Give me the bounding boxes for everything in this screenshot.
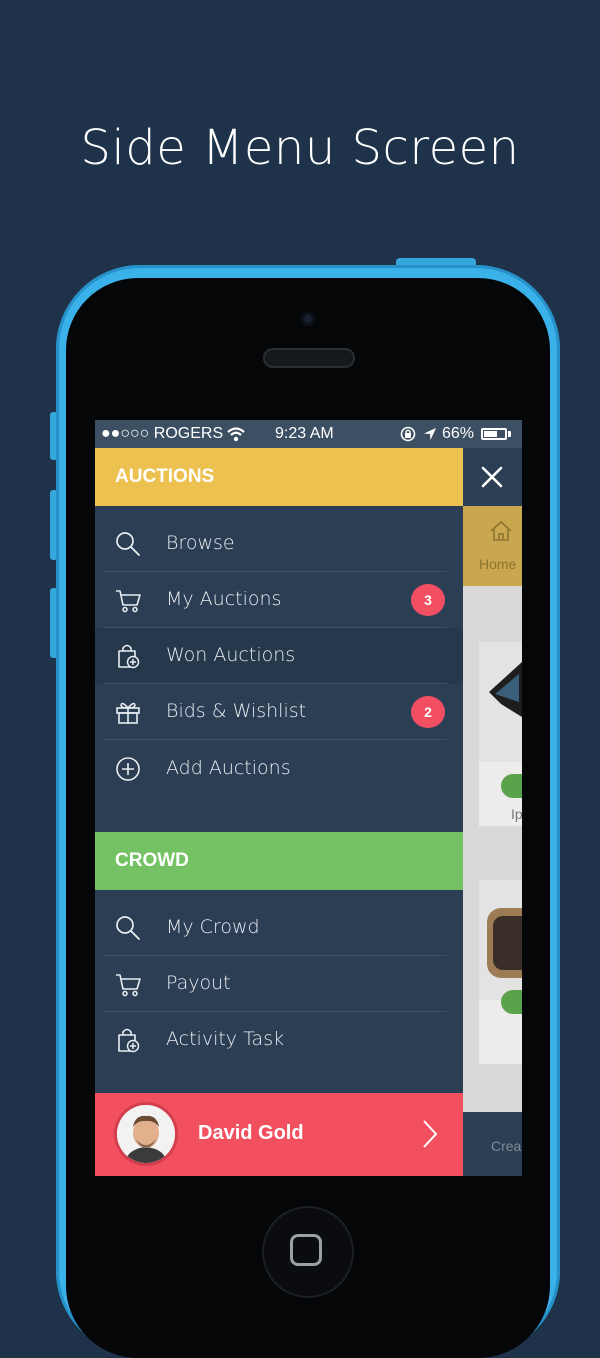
location-arrow-icon [424, 428, 436, 440]
product-card[interactable] [479, 880, 522, 1064]
notification-badge: 2 [411, 696, 445, 728]
auctions-section-header: AUCTIONS [95, 448, 463, 506]
price-tag [501, 774, 522, 798]
main-content-behind: Home Ip Crea [463, 448, 522, 1176]
gift-icon [116, 702, 140, 724]
phone-screen: ●●○○○ ROGERS 9:23 AM 66% Home Ip Crea AU… [95, 420, 522, 1176]
chevron-right-icon [423, 1120, 438, 1148]
front-camera [301, 312, 315, 326]
menu-item-bids-wishlist[interactable]: Bids & Wishlist 2 [95, 684, 463, 740]
menu-item-activity-task[interactable]: Activity Task [95, 1012, 463, 1068]
menu-item-label: My Crowd [166, 916, 260, 938]
notification-badge: 3 [411, 584, 445, 616]
avatar [117, 1105, 175, 1163]
tab-home-label: Home [479, 556, 517, 572]
product-image [479, 880, 522, 1000]
home-button[interactable] [262, 1206, 354, 1298]
menu-item-label: Browse [166, 532, 235, 554]
close-menu-button[interactable] [463, 448, 522, 506]
menu-item-label: Add Auctions [166, 757, 291, 779]
crowd-section-header: CROWD [95, 832, 463, 890]
auctions-header-label: AUCTIONS [115, 466, 215, 487]
user-profile-bar[interactable]: David Gold [95, 1093, 463, 1176]
close-icon [481, 466, 503, 488]
menu-item-label: Bids & Wishlist [166, 700, 307, 722]
menu-item-browse[interactable]: Browse [95, 516, 463, 572]
cart-icon [116, 974, 141, 997]
avatar-image [117, 1105, 175, 1163]
footer-behind: Crea [463, 1112, 522, 1176]
menu-item-label: Won Auctions [166, 644, 296, 666]
product-card[interactable]: Ip [479, 642, 522, 826]
menu-item-my-crowd[interactable]: My Crowd [95, 900, 463, 956]
tablet-image [489, 662, 522, 717]
wifi-icon [227, 427, 245, 442]
shopping-bag-plus-icon [118, 644, 140, 669]
shopping-bag-plus-icon [118, 1028, 140, 1053]
footer-text: Crea [491, 1138, 522, 1154]
status-bar: ●●○○○ ROGERS 9:23 AM 66% [95, 420, 522, 448]
cart-icon [116, 590, 141, 613]
carrier-label: ●●○○○ ROGERS [101, 425, 224, 442]
earpiece-speaker [263, 348, 355, 368]
product-image [479, 642, 522, 762]
price-tag [501, 990, 522, 1014]
side-menu-drawer: AUCTIONS Browse My Auctions 3 Won Auctio… [95, 448, 463, 1176]
menu-item-add-auctions[interactable]: Add Auctions [95, 741, 463, 797]
user-name: David Gold [198, 1122, 304, 1144]
tab-home[interactable]: Home [463, 506, 522, 586]
home-button-square-icon [290, 1234, 322, 1266]
battery-fill [484, 431, 497, 437]
menu-item-label: Payout [166, 972, 231, 994]
battery-tip [508, 431, 511, 437]
status-time: 9:23 AM [275, 425, 334, 442]
divider [103, 739, 447, 740]
battery-icon [481, 428, 507, 440]
menu-item-label: My Auctions [166, 588, 282, 610]
speaker-image [487, 908, 522, 978]
crowd-header-label: CROWD [115, 850, 189, 871]
page-title: Side Menu Screen [80, 120, 520, 176]
search-icon [116, 916, 140, 940]
product-title: Ip [511, 806, 522, 822]
rotation-lock-icon [400, 426, 416, 442]
menu-item-won-auctions[interactable]: Won Auctions [95, 628, 463, 684]
menu-item-payout[interactable]: Payout [95, 956, 463, 1012]
search-icon [116, 532, 140, 556]
home-icon [490, 520, 512, 541]
plus-circle-icon [116, 757, 140, 781]
menu-item-my-auctions[interactable]: My Auctions 3 [95, 572, 463, 628]
battery-percentage: 66% [442, 425, 475, 442]
menu-item-label: Activity Task [166, 1028, 285, 1050]
